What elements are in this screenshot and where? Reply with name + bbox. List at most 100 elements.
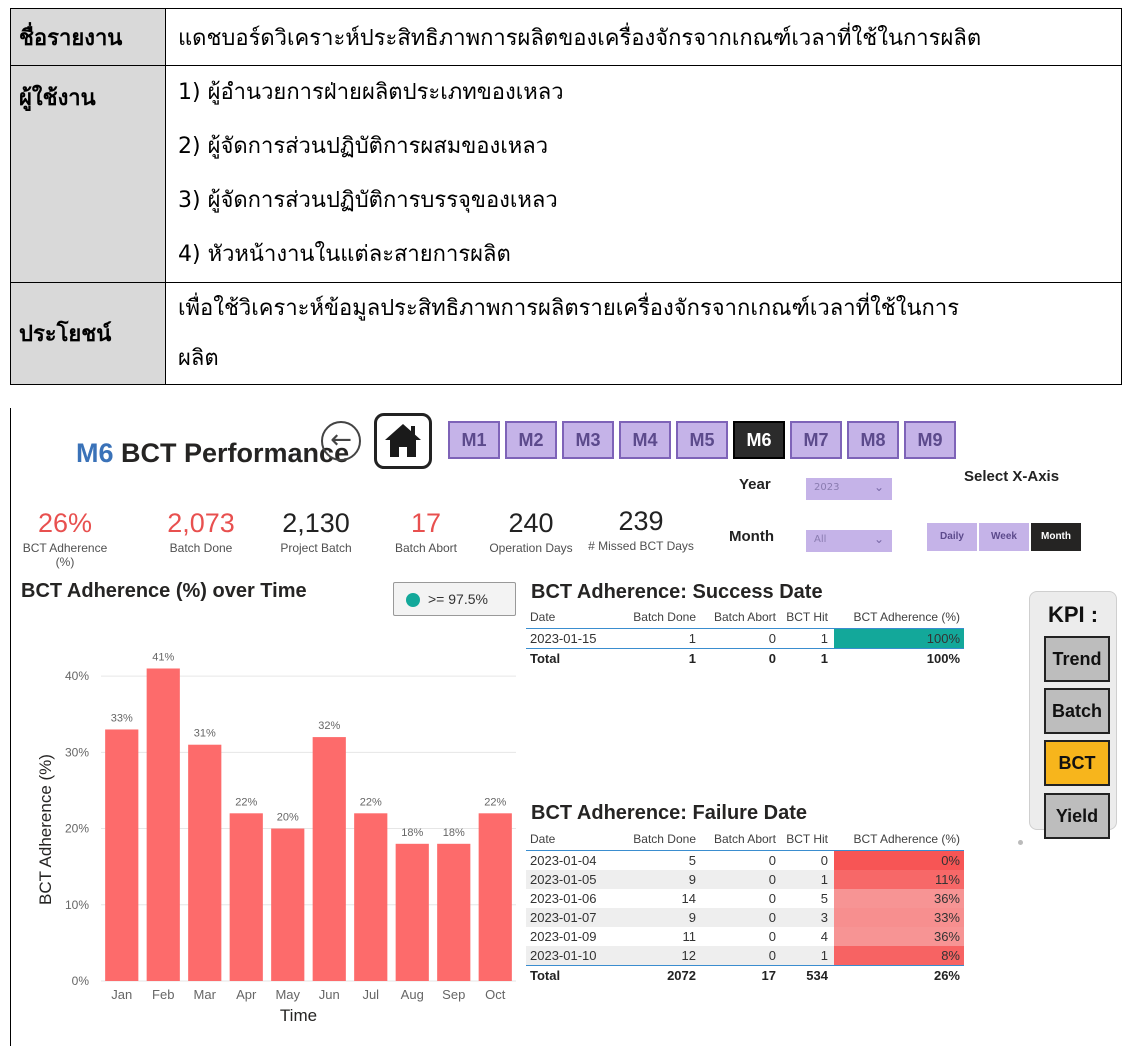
kpi-button-batch[interactable]: Batch	[1044, 688, 1110, 734]
users-label: ผู้ใช้งาน	[10, 65, 166, 283]
x-tick-label: Oct	[485, 987, 506, 1002]
kpi-value: 2,130	[282, 508, 350, 538]
chevron-down-icon: ⌄	[873, 480, 884, 494]
cell-bct-adherence: 36%	[834, 889, 964, 908]
table-row: 2023-01-05 9 0 1 11%	[526, 870, 964, 889]
success-table: Date Batch Done Batch Abort BCT Hit BCT Adhe…	[526, 605, 964, 668]
month-dropdown[interactable]: All ⌄	[806, 530, 892, 552]
machine-button-m3[interactable]: M3	[562, 421, 614, 459]
failure-table-title: BCT Adherence: Failure Date	[531, 802, 807, 824]
kpi-label: BCT Adherence (%)	[22, 541, 108, 569]
column-header: BCT Adherence (%)	[853, 609, 961, 624]
column-header: BCT Hit	[786, 831, 828, 846]
cell-batch-done: 5	[688, 853, 696, 868]
cell-date: 2023-01-06	[530, 891, 597, 906]
legend-dot	[406, 593, 420, 607]
cell-date: 2023-01-05	[530, 872, 597, 887]
total-bct-adherence: 100%	[926, 651, 960, 666]
user-item: 1) ผู้อำนวยการฝ่ายผลิตประเภทของเหลว	[178, 80, 564, 105]
bar-jul	[354, 813, 388, 981]
benefit-label: ประโยชน์	[10, 282, 166, 385]
machine-nav: M1 M2 M3 M4 M5 M6 M7 M8 M9	[448, 421, 956, 459]
total-label: Total	[530, 968, 561, 983]
cell-bct-adherence: 11%	[834, 870, 964, 889]
kpi-panel: KPI : Trend Batch BCT Yield	[1029, 591, 1117, 839]
xaxis-toggle: Daily Week Month	[927, 523, 1081, 551]
title-machine: M6	[76, 438, 114, 468]
column-header: Batch Done	[633, 831, 696, 846]
cell-bct-hit: 0	[820, 853, 828, 868]
table-header: Date Batch Done Batch Abort BCT Hit BCT Adhe…	[526, 605, 964, 629]
y-axis-title: BCT Adherence (%)	[36, 754, 55, 905]
kpi-operation-days: 240 Operation Days	[481, 508, 581, 555]
column-header: Batch Abort	[713, 831, 776, 846]
machine-button-m6[interactable]: M6	[733, 421, 785, 459]
machine-button-m4[interactable]: M4	[619, 421, 671, 459]
machine-button-m5[interactable]: M5	[676, 421, 728, 459]
back-arrow-icon[interactable]: ←	[321, 421, 361, 461]
home-icon	[385, 424, 421, 457]
x-tick-label: Mar	[194, 987, 217, 1002]
xaxis-label: Select X-Axis	[964, 468, 1060, 485]
data-label: 33%	[111, 712, 133, 724]
y-tick-label: 20%	[65, 822, 89, 836]
bar-jun	[312, 737, 346, 981]
data-label: 32%	[318, 720, 340, 732]
bar-apr	[229, 813, 263, 981]
kpi-value: 2,073	[167, 508, 235, 538]
kpi-button-bct[interactable]: BCT	[1044, 740, 1110, 786]
kpi-label: Batch Abort	[394, 541, 458, 555]
kpi-value: 26%	[37, 508, 93, 538]
bar-jan	[105, 729, 139, 981]
total-batch-abort: 17	[761, 968, 776, 983]
cell-bct-hit: 4	[820, 929, 828, 944]
cell-bct-hit: 5	[820, 891, 828, 906]
title-text: BCT Performance	[113, 438, 350, 468]
cell-batch-abort: 0	[768, 853, 776, 868]
dashboard-title: M6 BCT Performance	[76, 438, 349, 469]
benefit-line: ผลิต	[178, 345, 219, 371]
machine-button-m1[interactable]: M1	[448, 421, 500, 459]
table-row: 2023-01-06 14 0 5 36%	[526, 889, 964, 908]
user-item: 4) หัวหน้างานในแต่ละสายการผลิต	[178, 242, 511, 267]
bar-sep	[437, 843, 471, 981]
cell-bct-hit: 1	[820, 948, 828, 963]
kpi-button-yield[interactable]: Yield	[1044, 793, 1110, 839]
xaxis-option-daily[interactable]: Daily	[927, 523, 977, 551]
kpi-batch-done: 2,073 Batch Done	[161, 508, 241, 555]
year-value: 2023	[814, 482, 840, 493]
home-button[interactable]	[374, 413, 432, 469]
column-header: Batch Done	[633, 609, 696, 624]
report-name-label: ชื่อรายงาน	[10, 8, 166, 66]
year-dropdown[interactable]: 2023 ⌄	[806, 478, 892, 500]
cell-bct-hit: 1	[820, 631, 828, 646]
kpi-value: 240	[508, 508, 554, 538]
table-row: 2023-01-15 1 0 1 100%	[526, 629, 964, 648]
data-label: 22%	[360, 796, 382, 808]
machine-button-m8[interactable]: M8	[847, 421, 899, 459]
x-tick-label: Sep	[442, 987, 465, 1002]
data-label: 20%	[277, 812, 299, 824]
data-label: 31%	[194, 728, 216, 740]
data-label: 22%	[235, 796, 257, 808]
kpi-project-batch: 2,130 Project Batch	[271, 508, 361, 555]
cell-batch-abort: 0	[768, 910, 776, 925]
cell-batch-done: 12	[681, 948, 696, 963]
month-value: All	[814, 534, 827, 545]
kpi-missed-bct-days: 239 # Missed BCT Days	[586, 506, 696, 553]
cell-batch-done: 11	[682, 929, 697, 944]
x-tick-label: Aug	[401, 987, 424, 1002]
kpi-button-trend[interactable]: Trend	[1044, 636, 1110, 682]
cell-batch-done: 9	[688, 910, 696, 925]
xaxis-option-month[interactable]: Month	[1031, 523, 1081, 551]
xaxis-option-week[interactable]: Week	[979, 523, 1029, 551]
kpi-label: # Missed BCT Days	[588, 539, 694, 553]
cell-batch-abort: 0	[768, 631, 776, 646]
y-tick-label: 10%	[65, 898, 89, 912]
x-tick-label: May	[275, 987, 300, 1002]
cell-batch-done: 1	[688, 631, 696, 646]
bar-may	[271, 828, 305, 981]
machine-button-m9[interactable]: M9	[904, 421, 956, 459]
machine-button-m7[interactable]: M7	[790, 421, 842, 459]
machine-button-m2[interactable]: M2	[505, 421, 557, 459]
